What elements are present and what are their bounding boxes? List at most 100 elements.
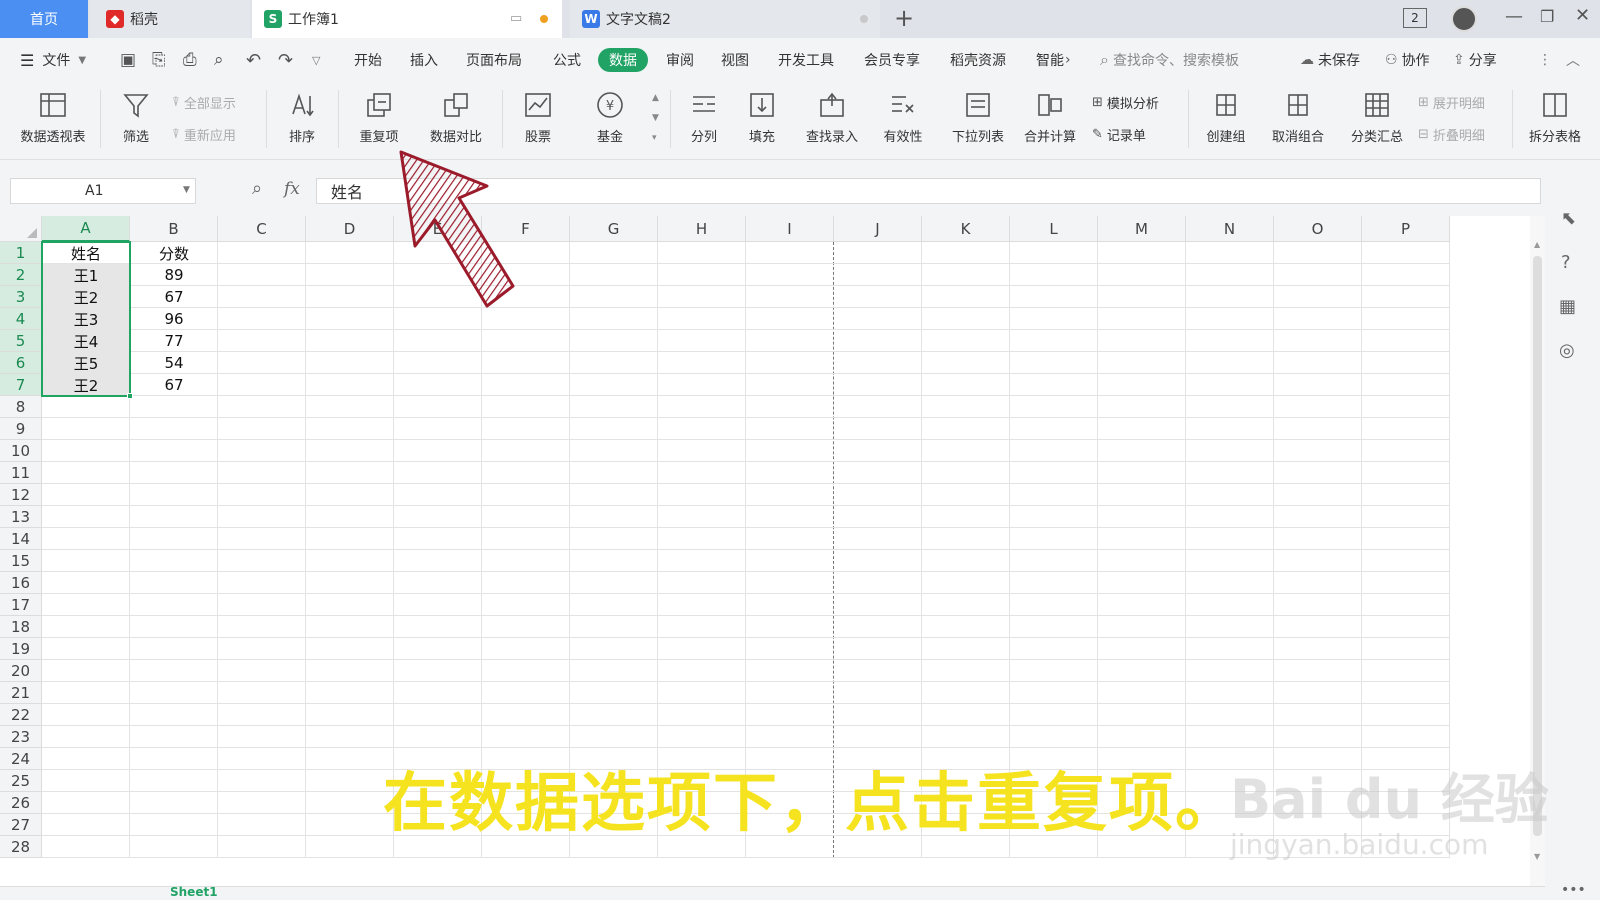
row-header-12[interactable]: 12 [0, 484, 42, 506]
tab-home[interactable]: 首页 [0, 0, 88, 38]
table-cell[interactable]: 王4 [42, 330, 130, 352]
reapply-button[interactable]: ⍒ 重新应用 [172, 122, 236, 146]
table-cell[interactable]: 王3 [42, 308, 130, 330]
row-header-15[interactable]: 15 [0, 550, 42, 572]
column-header-m[interactable]: M [1098, 216, 1186, 242]
file-menu[interactable]: ☰ 文件 ▼ [20, 38, 86, 82]
subtotal-button[interactable]: 分类汇总 [1344, 82, 1410, 154]
minimize-icon[interactable]: — [1505, 6, 1523, 27]
row-header-28[interactable]: 28 [0, 836, 42, 858]
location-icon[interactable]: ◎ [1559, 340, 1575, 361]
menu-member[interactable]: 会员专享 [864, 38, 920, 82]
split-column-button[interactable]: 分列 [678, 82, 730, 154]
column-header-b[interactable]: B [130, 216, 218, 242]
split-table-button[interactable]: 拆分表格 [1522, 82, 1588, 154]
save-icon[interactable]: ▣ [120, 38, 136, 82]
ungroup-button[interactable]: 取消组合 [1260, 82, 1336, 154]
column-header-i[interactable]: I [746, 216, 834, 242]
filter-button[interactable]: 筛选 [110, 82, 162, 154]
column-header-n[interactable]: N [1186, 216, 1274, 242]
close-dot-icon[interactable] [860, 15, 868, 23]
print-icon[interactable]: ⎙ [183, 38, 197, 82]
fx-button[interactable]: fx [284, 179, 300, 199]
row-header-19[interactable]: 19 [0, 638, 42, 660]
name-box[interactable]: A1 ▼ [10, 178, 196, 204]
row-header-26[interactable]: 26 [0, 792, 42, 814]
row-header-6[interactable]: 6 [0, 352, 42, 374]
tab-docer[interactable]: ◆ 稻壳 [90, 0, 250, 38]
lookup-entry-button[interactable]: 查找录入 [796, 82, 868, 154]
menu-data[interactable]: 数据 [598, 48, 648, 72]
menu-docer-resources[interactable]: 稻壳资源 [950, 38, 1006, 82]
pivot-table-button[interactable]: 数据透视表 [14, 82, 92, 154]
row-header-21[interactable]: 21 [0, 682, 42, 704]
row-header-13[interactable]: 13 [0, 506, 42, 528]
column-header-g[interactable]: G [570, 216, 658, 242]
menu-page-layout[interactable]: 页面布局 [466, 38, 522, 82]
table-cell[interactable]: 67 [130, 374, 218, 396]
table-cell[interactable]: 王1 [42, 264, 130, 286]
select-all-corner[interactable] [0, 216, 42, 242]
scroll-thumb[interactable] [1533, 256, 1542, 836]
share-button[interactable]: ⇪ 分享 [1453, 38, 1497, 82]
more-vertical-icon[interactable]: ⋮ [1538, 38, 1552, 82]
zoom-search-icon[interactable]: ⌕ [252, 178, 262, 199]
menu-insert[interactable]: 插入 [410, 38, 438, 82]
collapse-detail-button[interactable]: ⊟ 折叠明细 [1418, 122, 1485, 146]
row-header-14[interactable]: 14 [0, 528, 42, 550]
table-cell[interactable]: 96 [130, 308, 218, 330]
redo-icon[interactable]: ↷ [278, 38, 293, 82]
table-cell[interactable]: 王2 [42, 374, 130, 396]
record-form-button[interactable]: ✎ 记录单 [1092, 122, 1146, 146]
export-pdf-icon[interactable]: ⎘ [152, 38, 166, 82]
unsaved-button[interactable]: ☁ 未保存 [1300, 38, 1360, 82]
column-header-a[interactable]: A [42, 216, 130, 242]
monitor-icon[interactable]: ▭ [510, 11, 522, 26]
help-icon[interactable]: ? [1561, 252, 1571, 273]
duplicates-button[interactable]: 重复项 [346, 82, 412, 154]
select-cursor-icon[interactable]: ⬉ [1561, 208, 1576, 229]
table-cell[interactable]: 77 [130, 330, 218, 352]
menu-developer[interactable]: 开发工具 [778, 38, 834, 82]
window-count-badge[interactable]: 2 [1403, 8, 1427, 28]
menu-view[interactable]: 视图 [721, 38, 749, 82]
print-preview-icon[interactable]: ⌕ [214, 38, 224, 82]
sort-button[interactable]: 排序 [276, 82, 328, 154]
validity-button[interactable]: 有效性 [872, 82, 934, 154]
column-header-d[interactable]: D [306, 216, 394, 242]
expand-detail-button[interactable]: ⊞ 展开明细 [1418, 90, 1485, 114]
sheet-tab[interactable]: Sheet1 [170, 885, 218, 899]
menu-smart[interactable]: 智能 [1036, 38, 1066, 82]
row-header-4[interactable]: 4 [0, 308, 42, 330]
dropdown-list-button[interactable]: 下拉列表 [942, 82, 1014, 154]
scroll-up-icon[interactable]: ▲ [1534, 240, 1540, 249]
row-header-22[interactable]: 22 [0, 704, 42, 726]
restore-icon[interactable]: ❐ [1540, 7, 1554, 26]
whatif-button[interactable]: ⊞ 模拟分析 [1092, 90, 1159, 114]
table-cell[interactable]: 67 [130, 286, 218, 308]
row-header-1[interactable]: 1 [0, 242, 42, 264]
row-header-23[interactable]: 23 [0, 726, 42, 748]
gallery-scroll[interactable]: ▲ ▼ ▾ [652, 88, 659, 148]
avatar[interactable] [1451, 6, 1477, 32]
scroll-down-icon[interactable]: ▼ [1534, 852, 1540, 861]
row-header-9[interactable]: 9 [0, 418, 42, 440]
row-header-7[interactable]: 7 [0, 374, 42, 396]
column-header-j[interactable]: J [834, 216, 922, 242]
menu-start[interactable]: 开始 [354, 38, 382, 82]
table-cell[interactable]: 王2 [42, 286, 130, 308]
data-compare-button[interactable]: 数据对比 [418, 82, 494, 154]
fill-handle[interactable] [127, 393, 133, 399]
header-cell[interactable]: 分数 [130, 242, 218, 264]
row-header-18[interactable]: 18 [0, 616, 42, 638]
tab-document[interactable]: W 文字文稿2 [570, 0, 880, 38]
new-tab-plus-icon[interactable]: + [894, 4, 914, 32]
row-header-10[interactable]: 10 [0, 440, 42, 462]
row-header-16[interactable]: 16 [0, 572, 42, 594]
menu-review[interactable]: 审阅 [666, 38, 694, 82]
menu-formula[interactable]: 公式 [553, 38, 581, 82]
undo-icon[interactable]: ↶ [246, 38, 261, 82]
row-header-11[interactable]: 11 [0, 462, 42, 484]
column-header-p[interactable]: P [1362, 216, 1450, 242]
row-header-25[interactable]: 25 [0, 770, 42, 792]
